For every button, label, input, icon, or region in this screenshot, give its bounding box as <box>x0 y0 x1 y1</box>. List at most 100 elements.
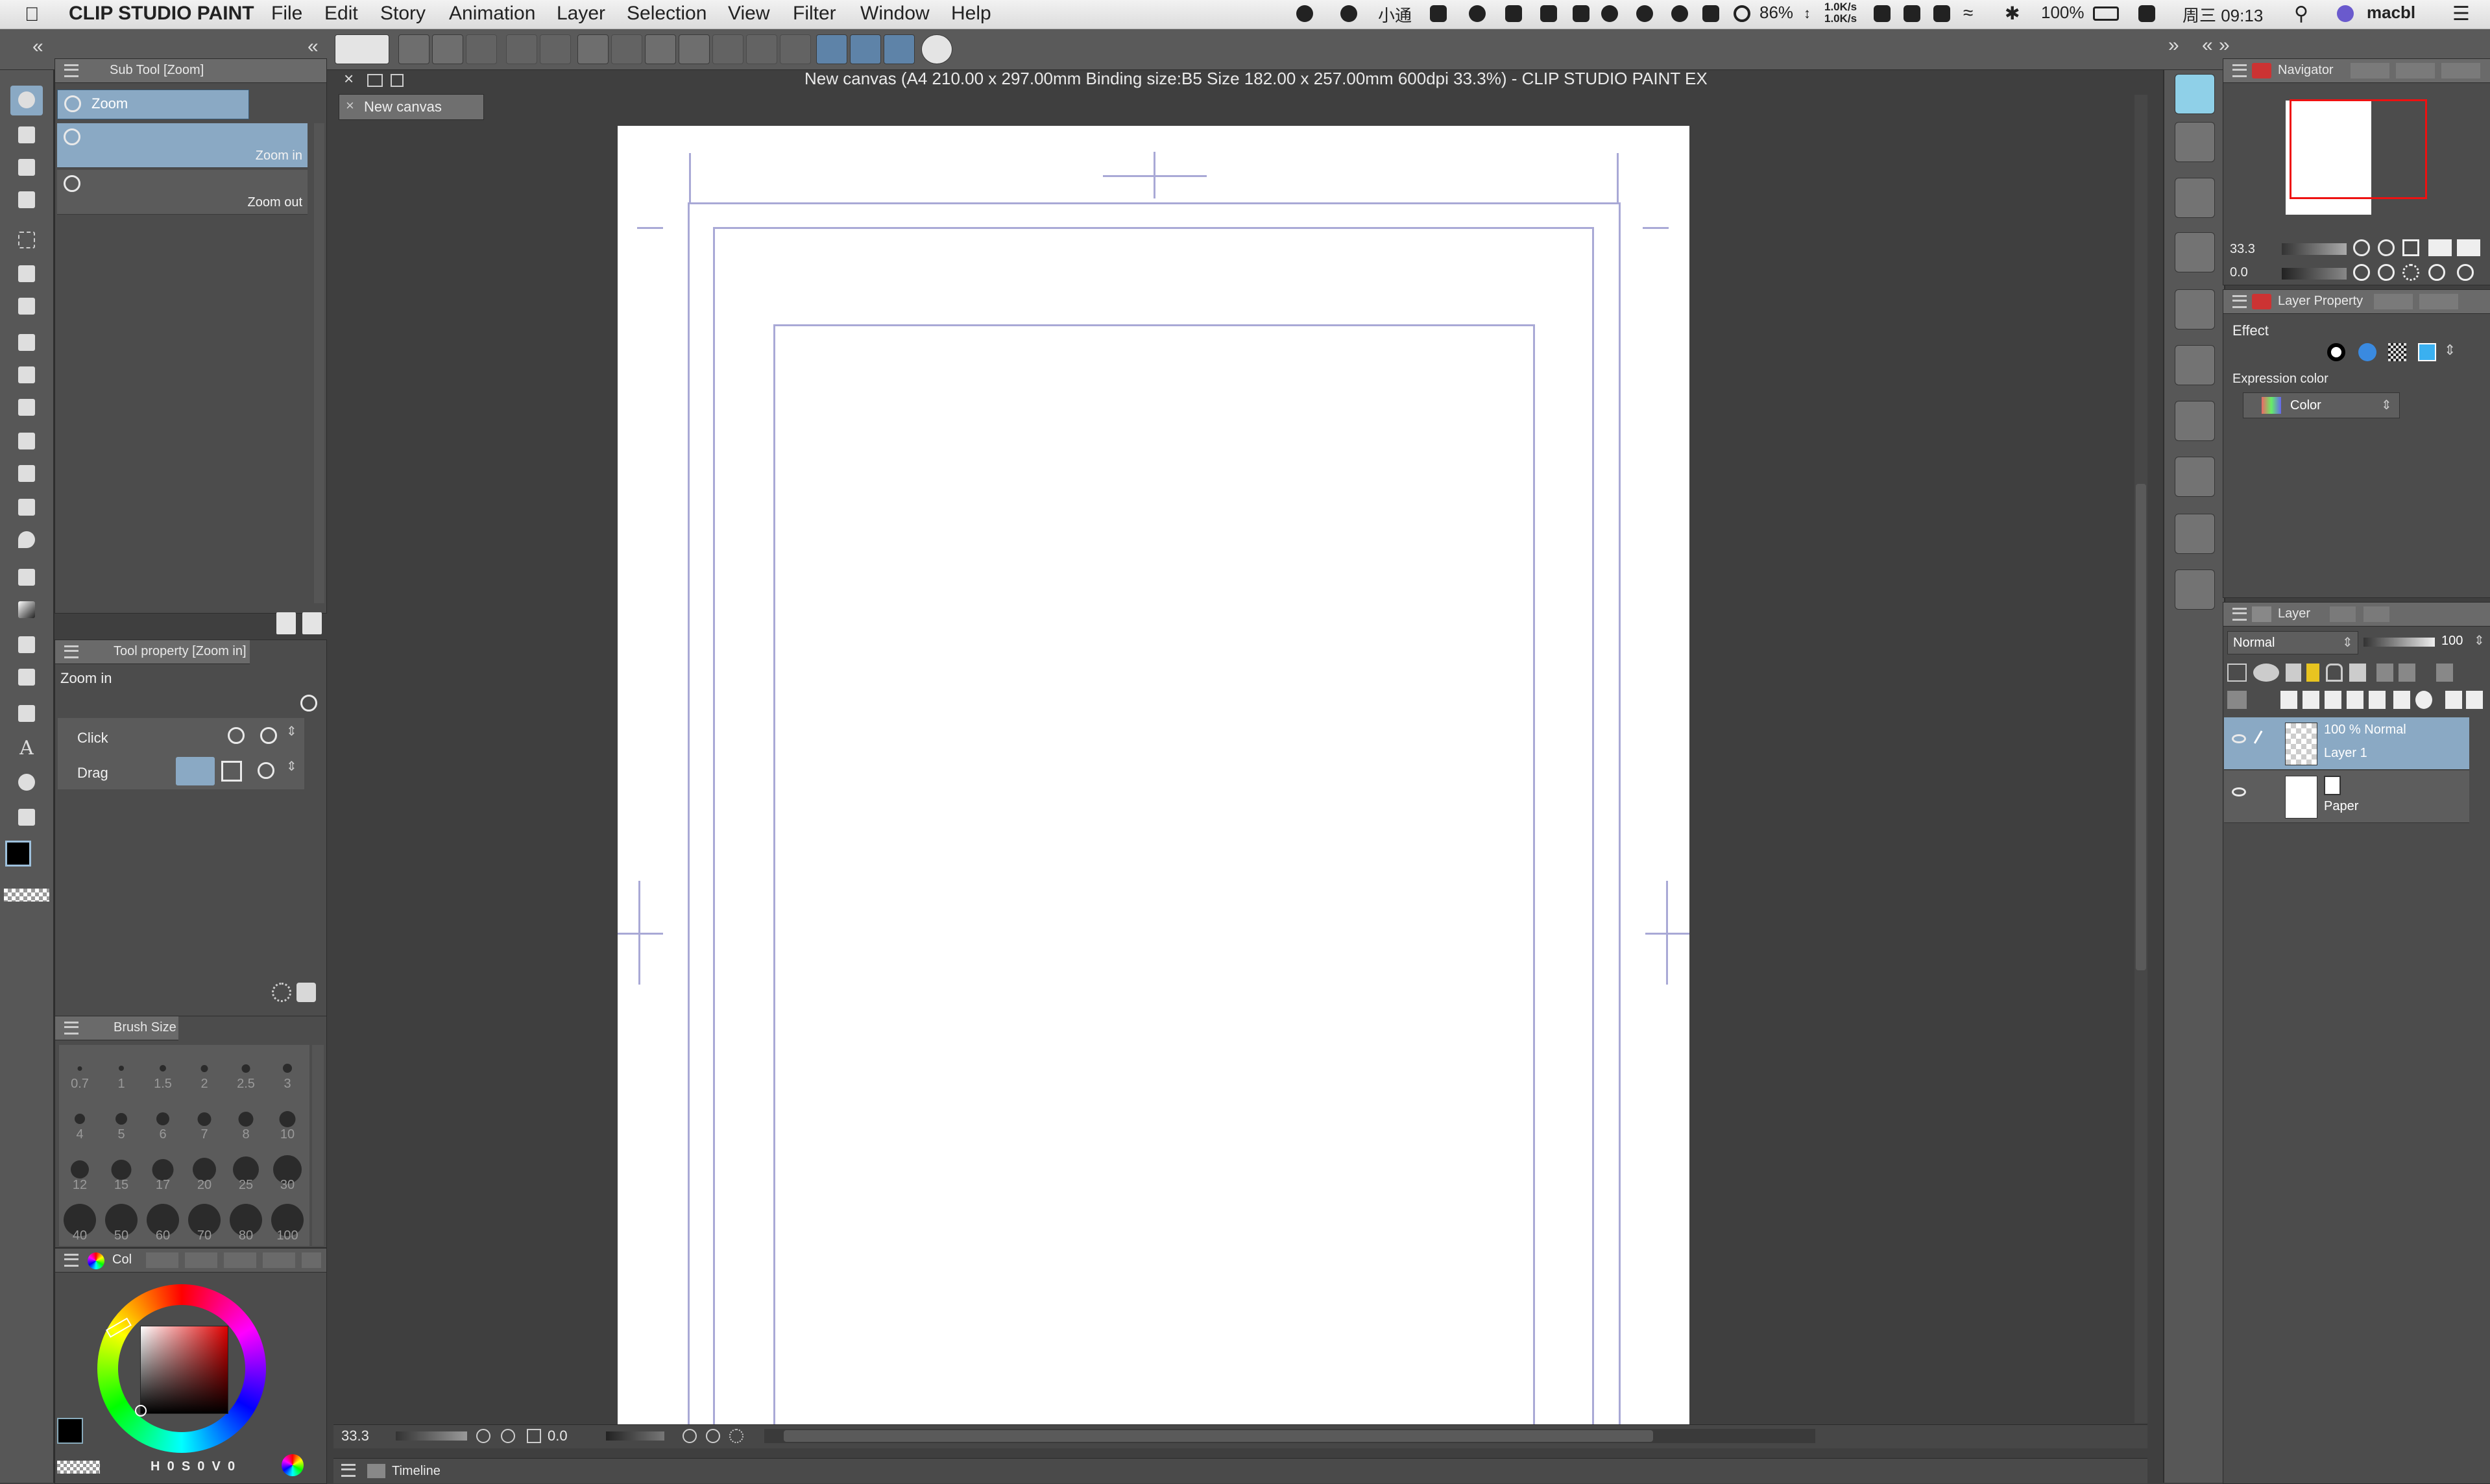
navigator-zoom-value[interactable]: 33.3 <box>2230 242 2255 257</box>
zoom-tool-icon[interactable] <box>10 86 43 115</box>
menu-file[interactable]: File <box>271 3 302 25</box>
material-panel-icon[interactable] <box>2175 289 2215 329</box>
timeline-panel-tab[interactable]: Timeline <box>333 1458 2147 1483</box>
fit-navigator-icon[interactable] <box>2402 239 2419 256</box>
brush-size-cell[interactable]: 4 <box>59 1095 101 1146</box>
layer-color-swatch-icon[interactable] <box>2227 664 2247 682</box>
brush-size-cell[interactable]: 15 <box>101 1146 142 1197</box>
minimize-window-icon[interactable] <box>367 74 383 87</box>
saturation-value-square[interactable] <box>140 1326 228 1414</box>
brush-size-cell[interactable]: 30 <box>267 1146 308 1197</box>
extract-line-icon[interactable] <box>2358 343 2376 361</box>
timer-icon[interactable] <box>1734 5 1750 22</box>
collapse-left-icon[interactable]: « <box>308 36 319 58</box>
gradient-tool-icon[interactable] <box>10 595 43 625</box>
scrollbar-thumb[interactable] <box>2136 484 2146 970</box>
tray-app-icon[interactable] <box>1904 5 1920 22</box>
auto-select-tool-icon[interactable] <box>10 259 43 289</box>
move-tool-icon[interactable] <box>10 153 43 183</box>
stepper-arrows-icon[interactable]: ⇕ <box>2444 342 2456 359</box>
rotation-slider[interactable] <box>606 1431 664 1441</box>
rotate-icon[interactable] <box>2457 264 2474 281</box>
eyedropper-tool-icon[interactable] <box>10 292 43 322</box>
zoom-slider[interactable] <box>396 1431 467 1441</box>
expression-color-select[interactable]: Color ⇕ <box>2243 392 2400 418</box>
decoration-tool-icon[interactable] <box>10 459 43 489</box>
collapse-left-icon[interactable]: « <box>32 36 43 58</box>
image-material-icon[interactable] <box>2175 401 2215 441</box>
zoom-out-option-icon[interactable] <box>260 727 277 744</box>
color-mode-icon[interactable] <box>282 1454 304 1476</box>
vpn-icon[interactable] <box>1540 5 1557 22</box>
material-panel-icon[interactable] <box>2175 178 2215 218</box>
stepper-arrows-icon[interactable]: ⇕ <box>2474 632 2485 649</box>
selection-tool-icon[interactable] <box>10 226 43 256</box>
rotate-right-icon[interactable] <box>2378 264 2395 281</box>
navigator-rotation-slider[interactable] <box>2282 268 2347 280</box>
layer-property-title[interactable]: Layer Property <box>2278 294 2363 309</box>
user-name[interactable]: macbl <box>2367 3 2415 23</box>
clip-layer-icon[interactable] <box>2253 664 2279 682</box>
tray-app-icon[interactable] <box>1573 5 1589 22</box>
add-subtool-icon[interactable] <box>276 612 296 634</box>
brush-size-cell[interactable]: 7 <box>184 1095 225 1146</box>
3d-material-icon[interactable] <box>2175 514 2215 554</box>
frame-border-tool-icon[interactable] <box>10 663 43 693</box>
crossed-tools-icon[interactable] <box>2175 74 2215 114</box>
user-avatar-icon[interactable] <box>2337 5 2354 22</box>
night-mode-icon[interactable] <box>1469 5 1486 22</box>
panel-menu-icon[interactable] <box>64 1022 79 1035</box>
rotate-right-icon[interactable] <box>706 1429 720 1443</box>
subtool-group-zoom[interactable]: Zoom <box>57 90 249 119</box>
panel-menu-icon[interactable] <box>64 645 79 658</box>
color-slider-tab-icon[interactable] <box>146 1252 178 1268</box>
canvas-rotation-value[interactable]: 0.0 <box>548 1428 568 1444</box>
animation-cels-tab-icon[interactable] <box>2363 606 2389 622</box>
brush-size-scrollbar[interactable] <box>312 1045 324 1246</box>
ruler-display-icon[interactable] <box>2399 664 2415 682</box>
panel-tab-icon[interactable] <box>2419 294 2458 309</box>
edit-pencil-icon[interactable] <box>2253 730 2273 750</box>
layer-row[interactable]: Paper <box>2224 771 2469 823</box>
brush-size-cell[interactable]: 20 <box>184 1146 225 1197</box>
spotlight-search-icon[interactable]: ⚲ <box>2294 3 2308 25</box>
canvas-zoom-value[interactable]: 33.3 <box>341 1428 369 1444</box>
delete-subtool-icon[interactable] <box>302 612 322 634</box>
undo-icon[interactable] <box>506 34 537 64</box>
close-tab-icon[interactable]: × <box>346 97 354 114</box>
navigator-tab-icon[interactable] <box>2252 63 2271 78</box>
fill-tool-icon[interactable] <box>10 563 43 593</box>
fit-view-icon[interactable] <box>527 1429 541 1443</box>
eraser-tool-icon[interactable] <box>10 493 43 523</box>
reset-rotation-icon[interactable] <box>2402 264 2419 281</box>
tool-tab-icon[interactable] <box>2441 63 2480 78</box>
blend-mode-select[interactable]: Normal ⇕ <box>2227 631 2358 654</box>
app-menu[interactable]: CLIP STUDIO PAINT <box>69 3 254 25</box>
layer-list-view-icon[interactable] <box>2227 691 2247 709</box>
intermediate-color-tab-icon[interactable] <box>224 1252 256 1268</box>
menu-selection[interactable]: Selection <box>627 3 707 25</box>
pen-tool-icon[interactable] <box>10 328 43 358</box>
brush-size-cell[interactable]: 40 <box>59 1197 101 1247</box>
opacity-slider[interactable] <box>2363 638 2435 647</box>
stepper-arrows-icon[interactable]: ⇕ <box>286 758 297 774</box>
help-icon[interactable] <box>921 34 952 64</box>
ime-indicator[interactable]: 小通 <box>1378 3 1412 27</box>
subtool-scrollbar[interactable] <box>314 123 324 603</box>
brush-size-cell[interactable]: 6 <box>142 1095 184 1146</box>
brush-size-cell[interactable]: 2.5 <box>225 1045 267 1095</box>
tab-new-canvas[interactable]: × New canvas <box>339 94 484 120</box>
operation-tool-icon[interactable] <box>10 186 43 215</box>
transparent-color-swatch[interactable] <box>4 889 49 902</box>
menu-edit[interactable]: Edit <box>324 3 358 25</box>
navigator-zoom-out-icon[interactable] <box>2353 239 2370 256</box>
clip-studio-icon[interactable] <box>335 34 389 64</box>
navigator-title[interactable]: Navigator <box>2278 63 2334 78</box>
border-effect-icon[interactable] <box>2327 343 2345 361</box>
panel-menu-icon[interactable] <box>2232 608 2247 621</box>
layer-panel-title[interactable]: Layer <box>2278 606 2310 621</box>
color-history-tab-icon[interactable] <box>302 1252 321 1268</box>
zoom-in-option-icon[interactable] <box>228 727 245 744</box>
subtool-item-zoom-out[interactable]: Zoom out <box>57 170 308 215</box>
navigator-rotation-value[interactable]: 0.0 <box>2230 265 2248 280</box>
